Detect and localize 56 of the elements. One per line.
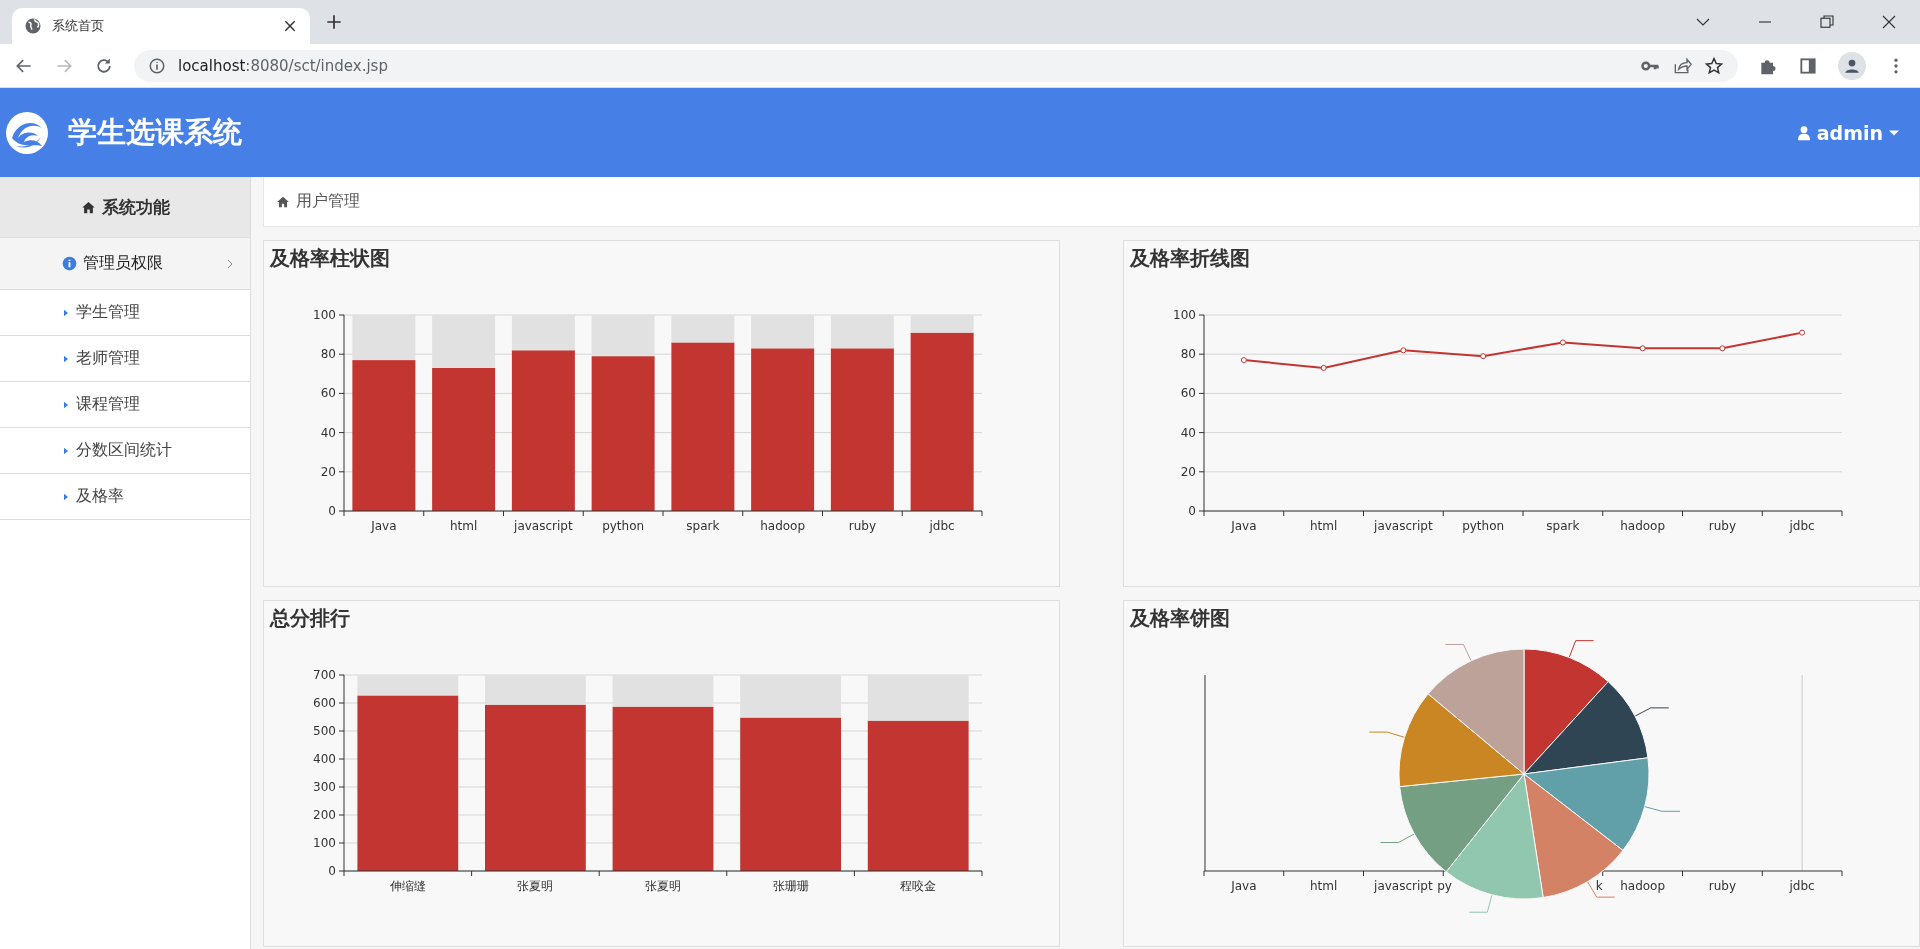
- axis-label: html: [1309, 519, 1338, 533]
- axis-label: 700: [313, 668, 336, 682]
- axis-label: Java: [1231, 879, 1257, 893]
- axis-label: 100: [313, 308, 336, 322]
- axis-label: javascript: [514, 519, 573, 533]
- axis-label: py: [1437, 879, 1452, 893]
- axis-label: hadoop: [1620, 519, 1666, 533]
- axis-label: ruby: [848, 519, 876, 533]
- axis-label: javascript: [1374, 519, 1433, 533]
- axis-label: 80: [1180, 347, 1196, 362]
- axis-label: 程咬金: [900, 879, 937, 893]
- axis-label: 40: [1180, 425, 1196, 440]
- app-title: 学生选课系统: [68, 113, 243, 151]
- chart-title: 及格率柱状图: [268, 245, 390, 272]
- axis-label: 600: [313, 696, 336, 710]
- axis-label: 张夏明: [645, 879, 681, 893]
- axis-label: Java: [371, 519, 397, 533]
- axis-label: ruby: [1708, 519, 1736, 533]
- axis-label: 100: [1173, 308, 1196, 322]
- axis-label: 伸缩缝: [389, 879, 426, 893]
- axis-label: 60: [320, 386, 336, 401]
- axis-label: hadoop: [1620, 879, 1666, 893]
- axis-label: 0: [328, 504, 336, 518]
- chart-title: 及格率折线图: [1128, 245, 1250, 272]
- axis-label: 张珊珊: [772, 879, 809, 893]
- breadcrumb-text: 用户管理: [296, 191, 360, 212]
- axis-label: javascript: [1374, 879, 1433, 893]
- axis-label: ruby: [1708, 879, 1736, 893]
- axis-label: 0: [328, 864, 336, 878]
- axis-label: python: [1462, 519, 1505, 533]
- axis-label: 0: [1188, 504, 1196, 518]
- axis-label: 20: [320, 464, 336, 479]
- axis-label: spark: [1546, 519, 1580, 533]
- axis-label: 300: [313, 780, 336, 794]
- axis-label: hadoop: [760, 519, 806, 533]
- sidebar-title-text: 系统功能: [101, 195, 170, 219]
- axis-label: jdbc: [929, 519, 955, 533]
- axis-label: 500: [313, 724, 336, 738]
- axis-label: 张夏明: [517, 879, 554, 893]
- axis-label: 200: [313, 808, 336, 822]
- axis-label: jdbc: [1789, 519, 1815, 533]
- axis-label: 20: [1180, 464, 1196, 479]
- axis-label: 60: [1180, 386, 1196, 401]
- axis-label: k: [1595, 879, 1603, 893]
- axis-label: python: [602, 519, 645, 533]
- axis-label: 100: [313, 836, 336, 850]
- axis-label: jdbc: [1789, 879, 1815, 893]
- chart-title: 总分排行: [268, 605, 350, 632]
- axis-label: spark: [686, 519, 720, 533]
- chart-title: 及格率饼图: [1128, 605, 1230, 632]
- axis-label: html: [449, 519, 478, 533]
- axis-label: 400: [313, 752, 336, 766]
- axis-label: 40: [320, 425, 336, 440]
- axis-label: Java: [1231, 519, 1257, 533]
- axis-label: html: [1309, 879, 1338, 893]
- axis-label: 80: [320, 347, 336, 362]
